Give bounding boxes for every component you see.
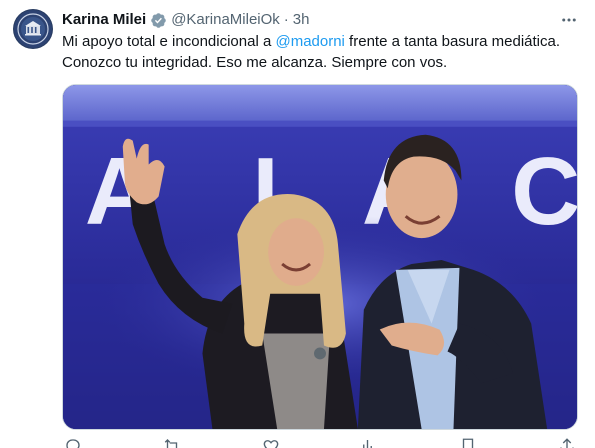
display-name[interactable]: Karina Milei (62, 10, 146, 30)
svg-text:C: C (511, 139, 577, 245)
action-bar (62, 437, 578, 448)
separator-dot: · (283, 11, 289, 28)
seal-emblem-icon (14, 10, 52, 48)
repost-icon[interactable] (161, 437, 183, 448)
tweet-text-part1: Mi apoyo total e incondicional a (62, 33, 276, 50)
avatar[interactable] (13, 9, 53, 49)
share-icon[interactable] (556, 437, 578, 448)
more-options-icon[interactable] (559, 10, 579, 30)
tweet-header: Karina Milei @KarinaMileiOk · 3h (62, 10, 581, 30)
user-handle[interactable]: @KarinaMileiOk (171, 10, 280, 30)
verified-badge-icon[interactable] (150, 12, 167, 29)
reply-icon[interactable] (62, 437, 84, 448)
timestamp[interactable]: 3h (293, 10, 310, 30)
tweet-photo[interactable]: A L A C (62, 84, 578, 430)
tweet-text: Mi apoyo total e incondicional a @madorn… (62, 31, 587, 73)
like-icon[interactable] (260, 437, 282, 448)
tweet-card[interactable]: Karina Milei @KarinaMileiOk · 3h Mi apoy… (0, 0, 595, 448)
bookmark-icon[interactable] (457, 437, 479, 448)
views-icon[interactable] (358, 437, 380, 448)
photo-image: A L A C (63, 85, 577, 429)
mention-link[interactable]: @madorni (275, 33, 344, 50)
